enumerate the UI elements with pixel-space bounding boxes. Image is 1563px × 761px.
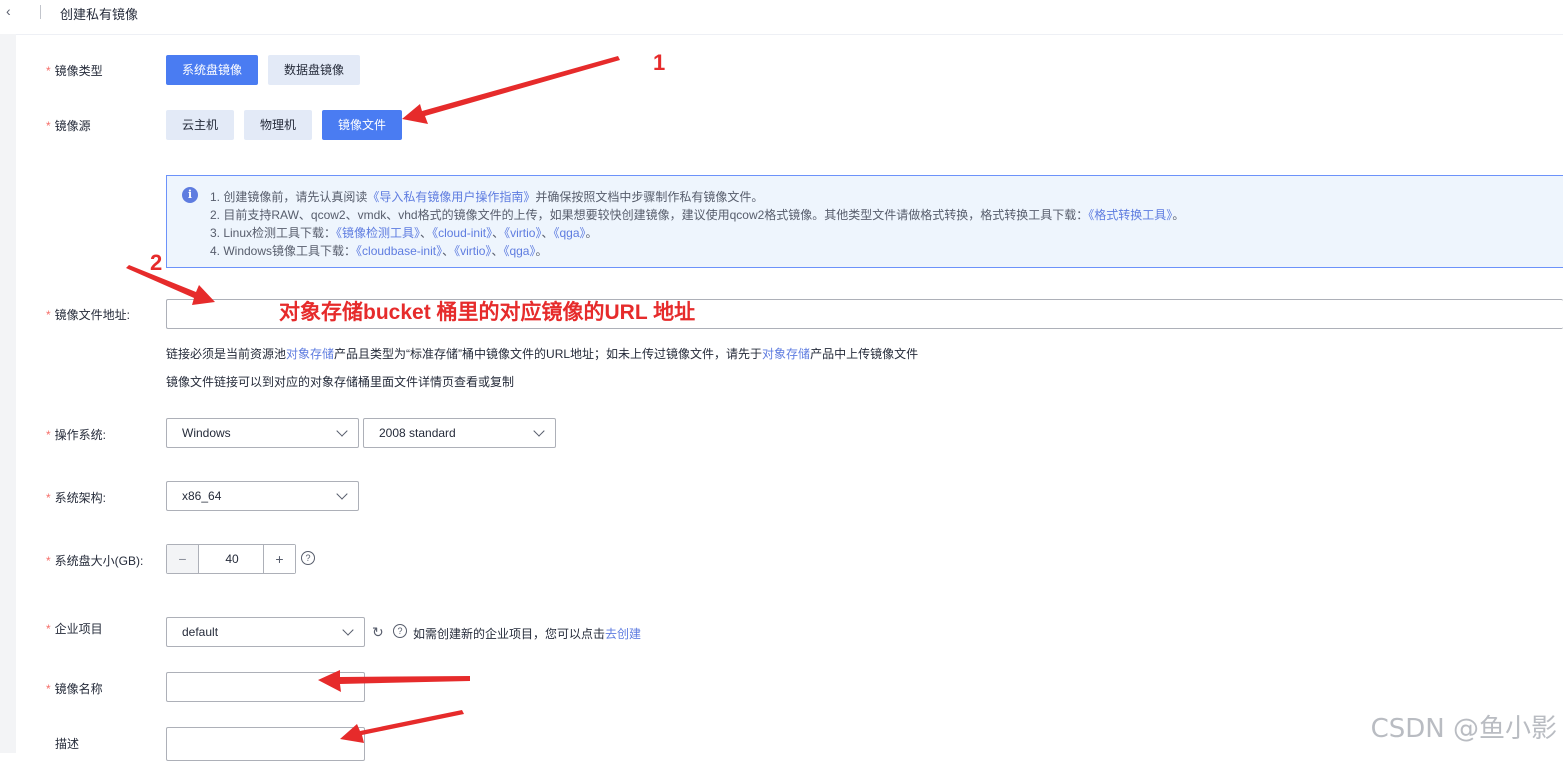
arrow-to-image-name (318, 670, 470, 692)
csdn-watermark: CSDN @鱼小影 (1370, 714, 1557, 744)
annotation-arrows (126, 56, 620, 743)
arrow-to-url-input (126, 265, 215, 305)
arrow-to-description (340, 710, 464, 743)
arrow-to-image-file (402, 56, 620, 124)
